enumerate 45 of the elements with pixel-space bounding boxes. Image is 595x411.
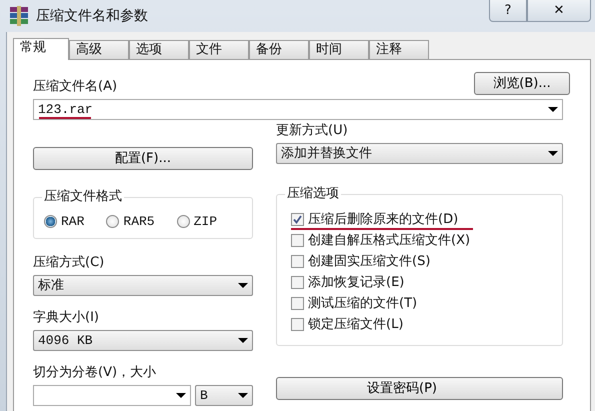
- checkbox[interactable]: [291, 318, 304, 331]
- checkbox-label: 创建自解压格式压缩文件(X): [308, 232, 470, 250]
- checkbox[interactable]: [291, 234, 304, 247]
- tab[interactable]: 选项: [129, 40, 189, 59]
- volume-size-field[interactable]: [33, 385, 191, 406]
- compression-method-dropdown[interactable]: 标准: [33, 275, 253, 296]
- radio-button[interactable]: [176, 215, 190, 228]
- group-title: 压缩文件格式: [42, 189, 124, 205]
- checkbox-label: 添加恢复记录(E): [308, 274, 404, 292]
- archive-name-field[interactable]: 123.rar: [33, 99, 563, 120]
- checkbox-label: 创建固实压缩文件(S): [308, 252, 430, 271]
- browse-button[interactable]: 浏览(B)...: [474, 72, 570, 95]
- dictionary-size-dropdown[interactable]: 4096 KB: [33, 330, 253, 351]
- tab[interactable]: 时间: [309, 40, 369, 59]
- radio-label: RAR5: [123, 213, 155, 231]
- close-button[interactable]: ✕: [527, 0, 591, 22]
- checkbox[interactable]: [291, 255, 304, 268]
- checkbox[interactable]: [291, 297, 304, 310]
- help-button[interactable]: ?: [489, 0, 527, 22]
- field-label: 压缩方式(C): [33, 255, 106, 271]
- field-label: 压缩文件名(A): [33, 79, 118, 95]
- field-label: 字典大小(I): [33, 310, 100, 326]
- radio-label: RAR: [61, 213, 84, 231]
- checkbox-label: 测试压缩的文件(T): [308, 294, 418, 313]
- radio-button[interactable]: [106, 215, 120, 228]
- field-label: 更新方式(U): [276, 123, 349, 139]
- tab[interactable]: 备份: [249, 40, 309, 59]
- tab[interactable]: 注释: [369, 40, 429, 59]
- window-title: 压缩文件名和参数: [36, 6, 148, 26]
- radio-button[interactable]: [44, 215, 57, 228]
- tab[interactable]: 文件: [189, 40, 249, 59]
- update-mode-dropdown[interactable]: 添加并替换文件: [276, 143, 563, 164]
- app-icon: [8, 5, 30, 27]
- tab[interactable]: 常规: [13, 38, 69, 60]
- group-title: 压缩选项: [285, 186, 341, 202]
- profiles-button[interactable]: 配置(F)...: [33, 147, 253, 170]
- radio-label: ZIP: [194, 213, 218, 231]
- unit-dropdown[interactable]: B: [195, 385, 253, 406]
- checkbox[interactable]: [291, 213, 304, 226]
- set-password-button[interactable]: 设置密码(P): [276, 377, 563, 400]
- checkbox[interactable]: [291, 276, 304, 289]
- tab[interactable]: 高级: [69, 40, 129, 59]
- checkbox-label: 压缩后删除原来的文件(D): [308, 210, 458, 229]
- checkbox-label: 锁定压缩文件(L): [308, 316, 404, 334]
- field-label: 切分为分卷(V)，大小: [33, 365, 158, 381]
